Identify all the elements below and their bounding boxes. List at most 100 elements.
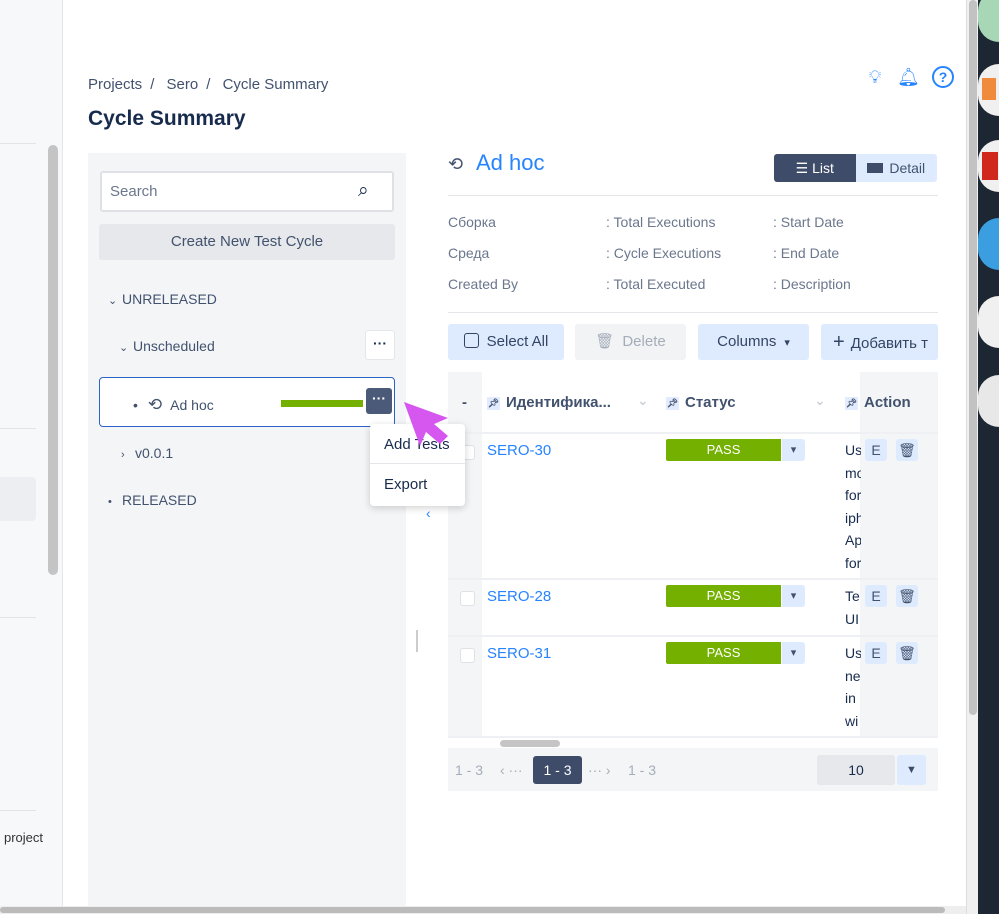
pin-icon[interactable]: 📌︎ — [845, 397, 858, 410]
label: Select All — [486, 333, 549, 350]
status-badge[interactable]: PASS — [666, 585, 781, 607]
pin-icon[interactable]: 📌︎ — [666, 397, 679, 410]
chevron-down-icon[interactable]: ⌄ — [814, 392, 826, 409]
cycle-tree-panel — [88, 153, 406, 914]
chevron-right-icon: › — [121, 449, 125, 461]
dock-app-icon[interactable] — [978, 218, 999, 270]
select-all-button[interactable]: Select All — [448, 324, 564, 360]
trash-icon[interactable]: 🗑︎ — [896, 585, 918, 607]
trash-icon[interactable]: 🗑︎ — [896, 642, 918, 664]
column-header-id[interactable]: 📌︎ Идентифика... — [487, 394, 611, 411]
chevron-down-icon[interactable]: ⌄ — [637, 392, 649, 409]
divider — [448, 195, 938, 196]
label: Ad hoc — [170, 397, 214, 413]
unscheduled-more-button[interactable]: ··· — [365, 330, 395, 360]
detail-view-button[interactable]: Detail — [855, 154, 937, 182]
prev-page-button[interactable]: ‹ ··· — [500, 762, 523, 778]
column-header-status[interactable]: 📌︎ Статус — [666, 394, 736, 411]
dock — [978, 0, 999, 914]
tree-node-label: UNRELEASED — [122, 291, 217, 307]
page-scrollbar[interactable] — [969, 0, 977, 715]
search-input[interactable]: Search — [100, 171, 394, 212]
divider — [448, 312, 938, 313]
description-cell: Te UI — [845, 588, 860, 627]
pin-icon[interactable]: 📌︎ — [487, 397, 500, 410]
search-icon[interactable]: ⌕ — [358, 180, 369, 202]
status-badge[interactable]: PASS — [666, 642, 781, 664]
row-divider — [448, 578, 938, 580]
info-label: : Total Executed — [606, 276, 706, 292]
help-icon[interactable]: ? — [932, 66, 954, 88]
panel-resize-handle[interactable] — [416, 630, 418, 652]
trash-icon[interactable]: 🗑︎ — [896, 439, 918, 461]
issue-key-link[interactable]: SERO-28 — [487, 588, 551, 605]
dock-app-icon[interactable] — [978, 0, 999, 42]
row-divider — [448, 635, 938, 637]
delete-button[interactable]: 🗑︎ Delete — [575, 324, 686, 360]
last-page-button[interactable]: 1 - 3 — [628, 762, 656, 778]
column-header-select[interactable]: - — [462, 394, 467, 411]
info-label: Created By — [448, 276, 519, 292]
tree-node-adhoc-label[interactable]: • ⟲ Ad hoc — [133, 395, 214, 415]
page-size-select[interactable]: 10 — [817, 755, 895, 785]
label: Action — [864, 394, 911, 411]
tree-node-unreleased[interactable]: ⌄ UNRELEASED — [108, 291, 217, 307]
chevron-down-icon: ⌄ — [119, 342, 129, 354]
create-test-cycle-button[interactable]: Create New Test Cycle — [99, 224, 395, 260]
breadcrumb-cycle-summary[interactable]: Cycle Summary — [223, 76, 329, 93]
table-horizontal-scrollbar[interactable] — [500, 740, 560, 747]
edit-button[interactable]: E — [865, 439, 887, 461]
tree-node-unscheduled[interactable]: ⌄ Unscheduled — [119, 338, 215, 354]
tree-node-released[interactable]: • RELEASED — [108, 492, 197, 508]
info-label: : Cycle Executions — [606, 245, 722, 261]
row-divider — [448, 736, 938, 738]
current-page[interactable]: 1 - 3 — [533, 756, 582, 784]
column-header-action[interactable]: 📌︎ Action — [845, 394, 911, 411]
plus-icon: + — [833, 331, 845, 353]
add-tests-button[interactable]: + Добавить т — [821, 324, 938, 360]
next-page-button[interactable]: ··· › — [588, 762, 611, 778]
issue-key-link[interactable]: SERO-31 — [487, 645, 551, 662]
chevron-down-icon[interactable]: ▾ — [782, 439, 805, 461]
dock-app-icon[interactable] — [978, 375, 999, 427]
label: Detail — [889, 160, 926, 176]
edit-button[interactable]: E — [865, 585, 887, 607]
row-checkbox[interactable] — [460, 648, 475, 663]
dock-app-icon[interactable] — [978, 296, 999, 348]
issue-key-link[interactable]: SERO-30 — [487, 442, 551, 459]
page-title: Cycle Summary — [88, 107, 246, 130]
first-page-button[interactable]: 1 - 3 — [455, 762, 483, 778]
horizontal-scrollbar[interactable] — [0, 907, 945, 913]
chevron-down-icon[interactable]: ▾ — [782, 642, 805, 664]
tree-node-label: Unscheduled — [133, 338, 215, 354]
cycle-icon: ⟲ — [147, 395, 163, 414]
bell-icon[interactable]: 🔔︎ — [897, 66, 920, 88]
sidebar-scrollbar[interactable] — [48, 145, 58, 575]
chevron-down-icon[interactable]: ▼ — [897, 755, 926, 785]
chevron-down-icon[interactable]: ▾ — [782, 585, 805, 607]
label: Идентифика... — [506, 394, 611, 411]
dock-app-icon[interactable] — [978, 64, 999, 116]
sidebar-footer-text[interactable]: project — [4, 830, 43, 845]
edit-button[interactable]: E — [865, 642, 887, 664]
tree-node-version[interactable]: › v0.0.1 — [121, 445, 173, 461]
status-badge[interactable]: PASS — [666, 439, 781, 461]
dock-app-icon[interactable] — [978, 140, 999, 192]
lightbulb-icon[interactable]: 💡︎ — [864, 66, 886, 88]
columns-button[interactable]: Columns ▾ — [698, 324, 809, 360]
bullet-icon: • — [108, 496, 112, 508]
info-label: : End Date — [773, 245, 840, 261]
row-divider — [448, 432, 938, 434]
list-view-button[interactable]: ☰ List — [774, 154, 856, 182]
cycle-icon: ⟲ — [448, 154, 464, 174]
breadcrumb-sero[interactable]: Sero — [167, 76, 199, 93]
collapse-panel-icon[interactable]: ‹ — [426, 505, 431, 521]
label: Добавить т — [850, 335, 929, 352]
view-toggle: ☰ List Detail — [774, 154, 937, 182]
adhoc-more-button[interactable]: ··· — [366, 388, 392, 414]
row-checkbox[interactable] — [460, 591, 475, 606]
sidebar-selected-item[interactable] — [0, 477, 36, 521]
divider — [0, 617, 36, 618]
cycle-title: Ad hoc — [476, 150, 545, 175]
breadcrumb-projects[interactable]: Projects — [88, 76, 142, 93]
